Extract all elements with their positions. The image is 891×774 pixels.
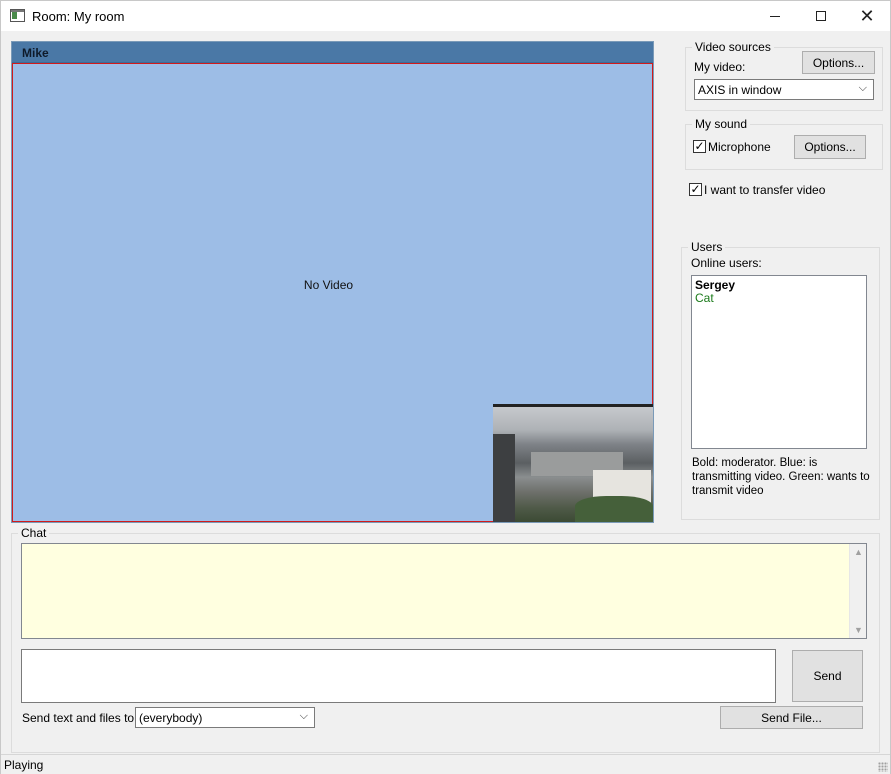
- checkmark-icon: ✓: [694, 139, 705, 153]
- arrow-down-icon[interactable]: ▼: [850, 625, 867, 635]
- transfer-video-label: I want to transfer video: [704, 183, 826, 197]
- video-source-value: AXIS in window: [698, 83, 782, 97]
- checkmark-icon: ✓: [690, 182, 701, 196]
- thumbnail-caption-bar: [493, 404, 653, 407]
- chat-title: Chat: [18, 526, 50, 540]
- status-text: Playing: [4, 758, 44, 772]
- list-item[interactable]: Sergey: [695, 278, 735, 292]
- minimize-icon: [770, 15, 780, 17]
- chat-message-input[interactable]: [21, 649, 776, 703]
- list-item[interactable]: Cat: [695, 291, 714, 305]
- send-button[interactable]: Send: [792, 650, 863, 702]
- send-to-label: Send text and files to:: [22, 711, 138, 725]
- send-to-select[interactable]: (everybody) ⌵: [135, 707, 315, 728]
- arrow-up-icon[interactable]: ▲: [850, 547, 867, 557]
- video-area[interactable]: No Video: [12, 63, 653, 522]
- window-title: Room: My room: [32, 9, 125, 24]
- local-video-thumbnail[interactable]: [493, 404, 653, 522]
- thumbnail-building-left: [493, 434, 515, 522]
- status-bar: Playing: [1, 754, 890, 774]
- title-bar[interactable]: Room: My room ✕: [1, 1, 890, 31]
- send-file-button[interactable]: Send File...: [720, 706, 863, 729]
- send-to-value: (everybody): [139, 711, 203, 725]
- online-users-label: Online users:: [691, 256, 762, 270]
- my-sound-title: My sound: [692, 117, 751, 131]
- chat-log[interactable]: ▲ ▼: [21, 543, 867, 639]
- chevron-down-icon: ⌵: [299, 710, 308, 722]
- video-source-select[interactable]: AXIS in window ⌵: [694, 79, 874, 100]
- video-panel: Mike No Video: [11, 41, 654, 523]
- microphone-checkbox[interactable]: ✓: [693, 140, 706, 153]
- video-sources-title: Video sources: [692, 40, 774, 54]
- maximize-icon: [816, 11, 826, 21]
- chevron-down-icon: ⌵: [858, 82, 867, 94]
- my-video-label: My video:: [694, 60, 746, 74]
- app-window: Room: My room ✕ Mike No Video Video sour…: [0, 0, 891, 774]
- app-icon: [10, 9, 25, 22]
- minimize-button[interactable]: [752, 1, 798, 31]
- video-options-button[interactable]: Options...: [802, 51, 875, 74]
- transfer-video-checkbox[interactable]: ✓: [689, 183, 702, 196]
- sound-options-button[interactable]: Options...: [794, 135, 866, 159]
- microphone-label: Microphone: [708, 140, 771, 154]
- users-legend: Bold: moderator. Blue: is transmitting v…: [692, 457, 870, 497]
- close-button[interactable]: ✕: [844, 1, 890, 31]
- maximize-button[interactable]: [798, 1, 844, 31]
- video-header: Mike: [12, 42, 653, 63]
- resize-grip-icon[interactable]: [878, 762, 888, 772]
- users-title: Users: [688, 240, 726, 254]
- online-users-list[interactable]: Sergey Cat: [691, 275, 867, 449]
- no-video-label: No Video: [303, 278, 354, 292]
- video-user-name: Mike: [22, 46, 49, 60]
- chat-scrollbar[interactable]: ▲ ▼: [849, 544, 866, 638]
- thumbnail-trees: [575, 496, 653, 522]
